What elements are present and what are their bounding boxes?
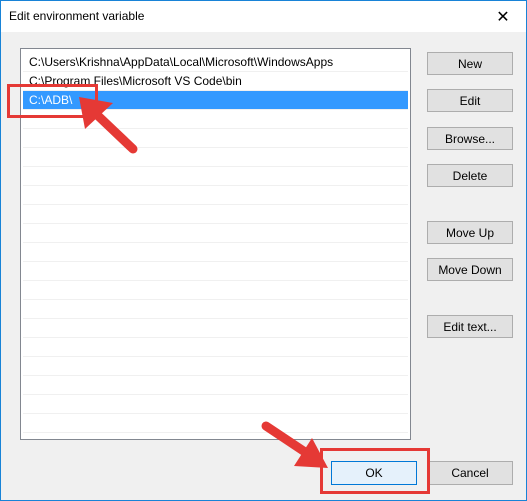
ok-button[interactable]: OK [331, 461, 417, 485]
browse-button[interactable]: Browse... [427, 127, 513, 150]
row-divider [23, 71, 408, 72]
row-divider [23, 204, 408, 205]
row-divider [23, 147, 408, 148]
row-divider [23, 242, 408, 243]
list-item-label: C:\Program Files\Microsoft VS Code\bin [29, 74, 242, 88]
row-divider [23, 299, 408, 300]
list-item-label: C:\ADB\ [29, 93, 73, 107]
edit-button[interactable]: Edit [427, 89, 513, 112]
path-list[interactable]: C:\Users\Krishna\AppData\Local\Microsoft… [20, 48, 411, 440]
move-down-button[interactable]: Move Down [427, 258, 513, 281]
row-divider [23, 109, 408, 110]
window-title: Edit environment variable [9, 9, 145, 23]
edit-env-variable-dialog: Edit environment variable ✕ C:\Users\Kri… [0, 0, 527, 501]
row-divider [23, 356, 408, 357]
row-divider [23, 166, 408, 167]
list-item-selected[interactable]: C:\ADB\ [23, 91, 408, 109]
row-divider [23, 90, 408, 91]
row-divider [23, 432, 408, 433]
move-up-button[interactable]: Move Up [427, 221, 513, 244]
list-item[interactable]: C:\Program Files\Microsoft VS Code\bin [23, 72, 408, 90]
row-divider [23, 280, 408, 281]
row-divider [23, 413, 408, 414]
row-divider [23, 261, 408, 262]
list-item-label: C:\Users\Krishna\AppData\Local\Microsoft… [29, 55, 334, 69]
new-button[interactable]: New [427, 52, 513, 75]
edit-text-button[interactable]: Edit text... [427, 315, 513, 338]
row-divider [23, 394, 408, 395]
row-divider [23, 185, 408, 186]
title-bar: Edit environment variable ✕ [1, 1, 526, 32]
row-divider [23, 375, 408, 376]
list-item[interactable]: C:\Users\Krishna\AppData\Local\Microsoft… [23, 53, 408, 71]
row-divider [23, 223, 408, 224]
row-divider [23, 318, 408, 319]
close-button[interactable]: ✕ [480, 1, 526, 32]
cancel-button[interactable]: Cancel [427, 461, 513, 485]
row-divider [23, 128, 408, 129]
delete-button[interactable]: Delete [427, 164, 513, 187]
row-divider [23, 337, 408, 338]
close-icon: ✕ [496, 8, 510, 26]
